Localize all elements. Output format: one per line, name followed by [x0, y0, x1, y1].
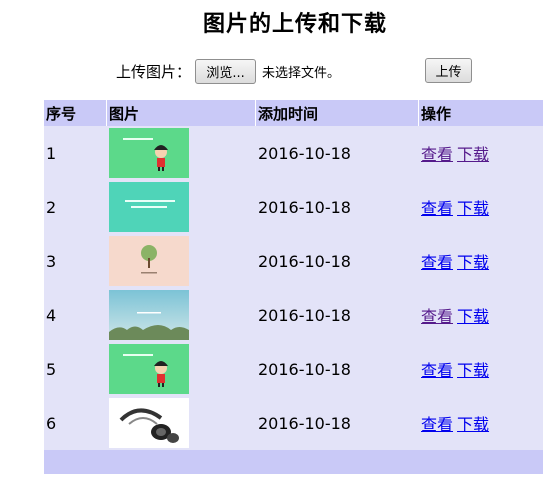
view-link[interactable]: 查看: [421, 253, 453, 272]
row-image-cell: [107, 126, 256, 180]
row-actions: 查看 下载: [419, 342, 543, 396]
view-link[interactable]: 查看: [421, 415, 453, 434]
thumbnail-image: [109, 236, 189, 286]
table-row: 1 2016-10-18 查看 下载: [44, 126, 543, 180]
header-actions: 操作: [419, 100, 543, 126]
table-row: 6 2016-10-18 查看 下载: [44, 396, 543, 450]
row-image-cell: [107, 396, 256, 450]
table-row: 4 2016-10-18 查看 下载: [44, 288, 543, 342]
row-image-cell: [107, 234, 256, 288]
thumbnail-image: [109, 128, 189, 178]
row-time: 2016-10-18: [258, 305, 351, 325]
page: 图片的上传和下载 上传图片： 浏览... 未选择文件。 上传 序号 图片 添加时…: [0, 0, 552, 484]
row-actions: 查看 下载: [419, 396, 543, 450]
download-link[interactable]: 下载: [457, 361, 489, 380]
header-image: 图片: [107, 100, 256, 126]
thumbnail-image: [109, 398, 189, 448]
row-index: 1: [46, 143, 57, 163]
view-link[interactable]: 查看: [421, 361, 453, 380]
table-row: 3 2016-10-18 查看 下载: [44, 234, 543, 288]
row-index: 6: [46, 413, 57, 433]
table-row: 2 2016-10-18 查看 下载: [44, 180, 543, 234]
row-time: 2016-10-18: [258, 413, 351, 433]
table-row: 5 2016-10-18 查看 下载: [44, 342, 543, 396]
row-image-cell: [107, 180, 256, 234]
thumbnail-image: [109, 344, 189, 394]
upload-label: 上传图片：: [116, 62, 192, 81]
row-actions: 查看 下载: [419, 234, 543, 288]
download-link[interactable]: 下载: [457, 199, 489, 218]
row-index: 3: [46, 251, 57, 271]
row-time: 2016-10-18: [258, 197, 351, 217]
no-file-selected-text: 未选择文件。: [262, 65, 341, 81]
image-table: 序号 图片 添加时间 操作 1 2016-10-18 查看 下载 2 2016-…: [44, 100, 543, 474]
row-actions: 查看 下载: [419, 180, 543, 234]
row-image-cell: [107, 288, 256, 342]
download-link[interactable]: 下载: [457, 145, 489, 164]
row-actions: 查看 下载: [419, 126, 543, 180]
header-index: 序号: [44, 100, 107, 126]
row-actions: 查看 下载: [419, 288, 543, 342]
thumbnail-image: [109, 182, 189, 232]
thumbnail-image: [109, 290, 189, 340]
header-time: 添加时间: [256, 100, 419, 126]
upload-button[interactable]: 上传: [425, 58, 472, 83]
view-link[interactable]: 查看: [421, 145, 453, 164]
download-link[interactable]: 下载: [457, 253, 489, 272]
row-image-cell: [107, 342, 256, 396]
row-time: 2016-10-18: [258, 251, 351, 271]
view-link[interactable]: 查看: [421, 199, 453, 218]
row-time: 2016-10-18: [258, 359, 351, 379]
row-index: 2: [46, 197, 57, 217]
download-link[interactable]: 下载: [457, 415, 489, 434]
view-link[interactable]: 查看: [421, 307, 453, 326]
browse-button[interactable]: 浏览...: [195, 58, 257, 84]
row-index: 5: [46, 359, 57, 379]
row-index: 4: [46, 305, 57, 325]
table-footer-row: [44, 450, 543, 474]
page-title: 图片的上传和下载: [202, 12, 387, 37]
table-footer: [44, 450, 543, 474]
table-header-row: 序号 图片 添加时间 操作: [44, 100, 543, 126]
upload-form: 上传图片： 浏览... 未选择文件。: [116, 58, 340, 84]
row-time: 2016-10-18: [258, 143, 351, 163]
download-link[interactable]: 下载: [457, 307, 489, 326]
